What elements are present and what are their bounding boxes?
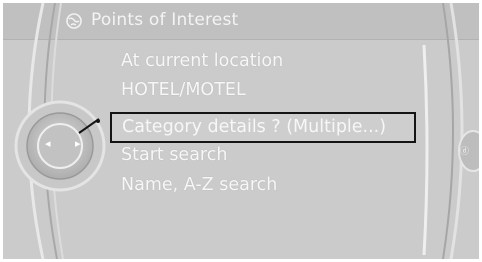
right-knob-icon: ⓓ: [460, 147, 470, 157]
menu-item-name-search[interactable]: Name, A-Z search: [121, 175, 277, 195]
menu-item-at-current-location[interactable]: At current location: [121, 51, 283, 71]
menu-item-start-search[interactable]: Start search: [121, 145, 227, 165]
screen-title: Points of Interest: [91, 10, 239, 30]
navigation-screen: Points of Interest ◂ ▸ ⓓ At current loca…: [3, 3, 479, 259]
selected-item-label: Category details ? (Multiple...): [122, 117, 387, 137]
poi-globe-icon: [66, 13, 82, 29]
menu-item-hotel-motel[interactable]: HOTEL/MOTEL: [121, 80, 246, 100]
scroll-track[interactable]: [421, 45, 431, 255]
controller-left-arrow-icon[interactable]: ◂: [45, 137, 51, 150]
controller-right-arrow-icon[interactable]: ▸: [75, 137, 81, 150]
menu-item-category-details[interactable]: Category details ? (Multiple...): [110, 112, 416, 143]
